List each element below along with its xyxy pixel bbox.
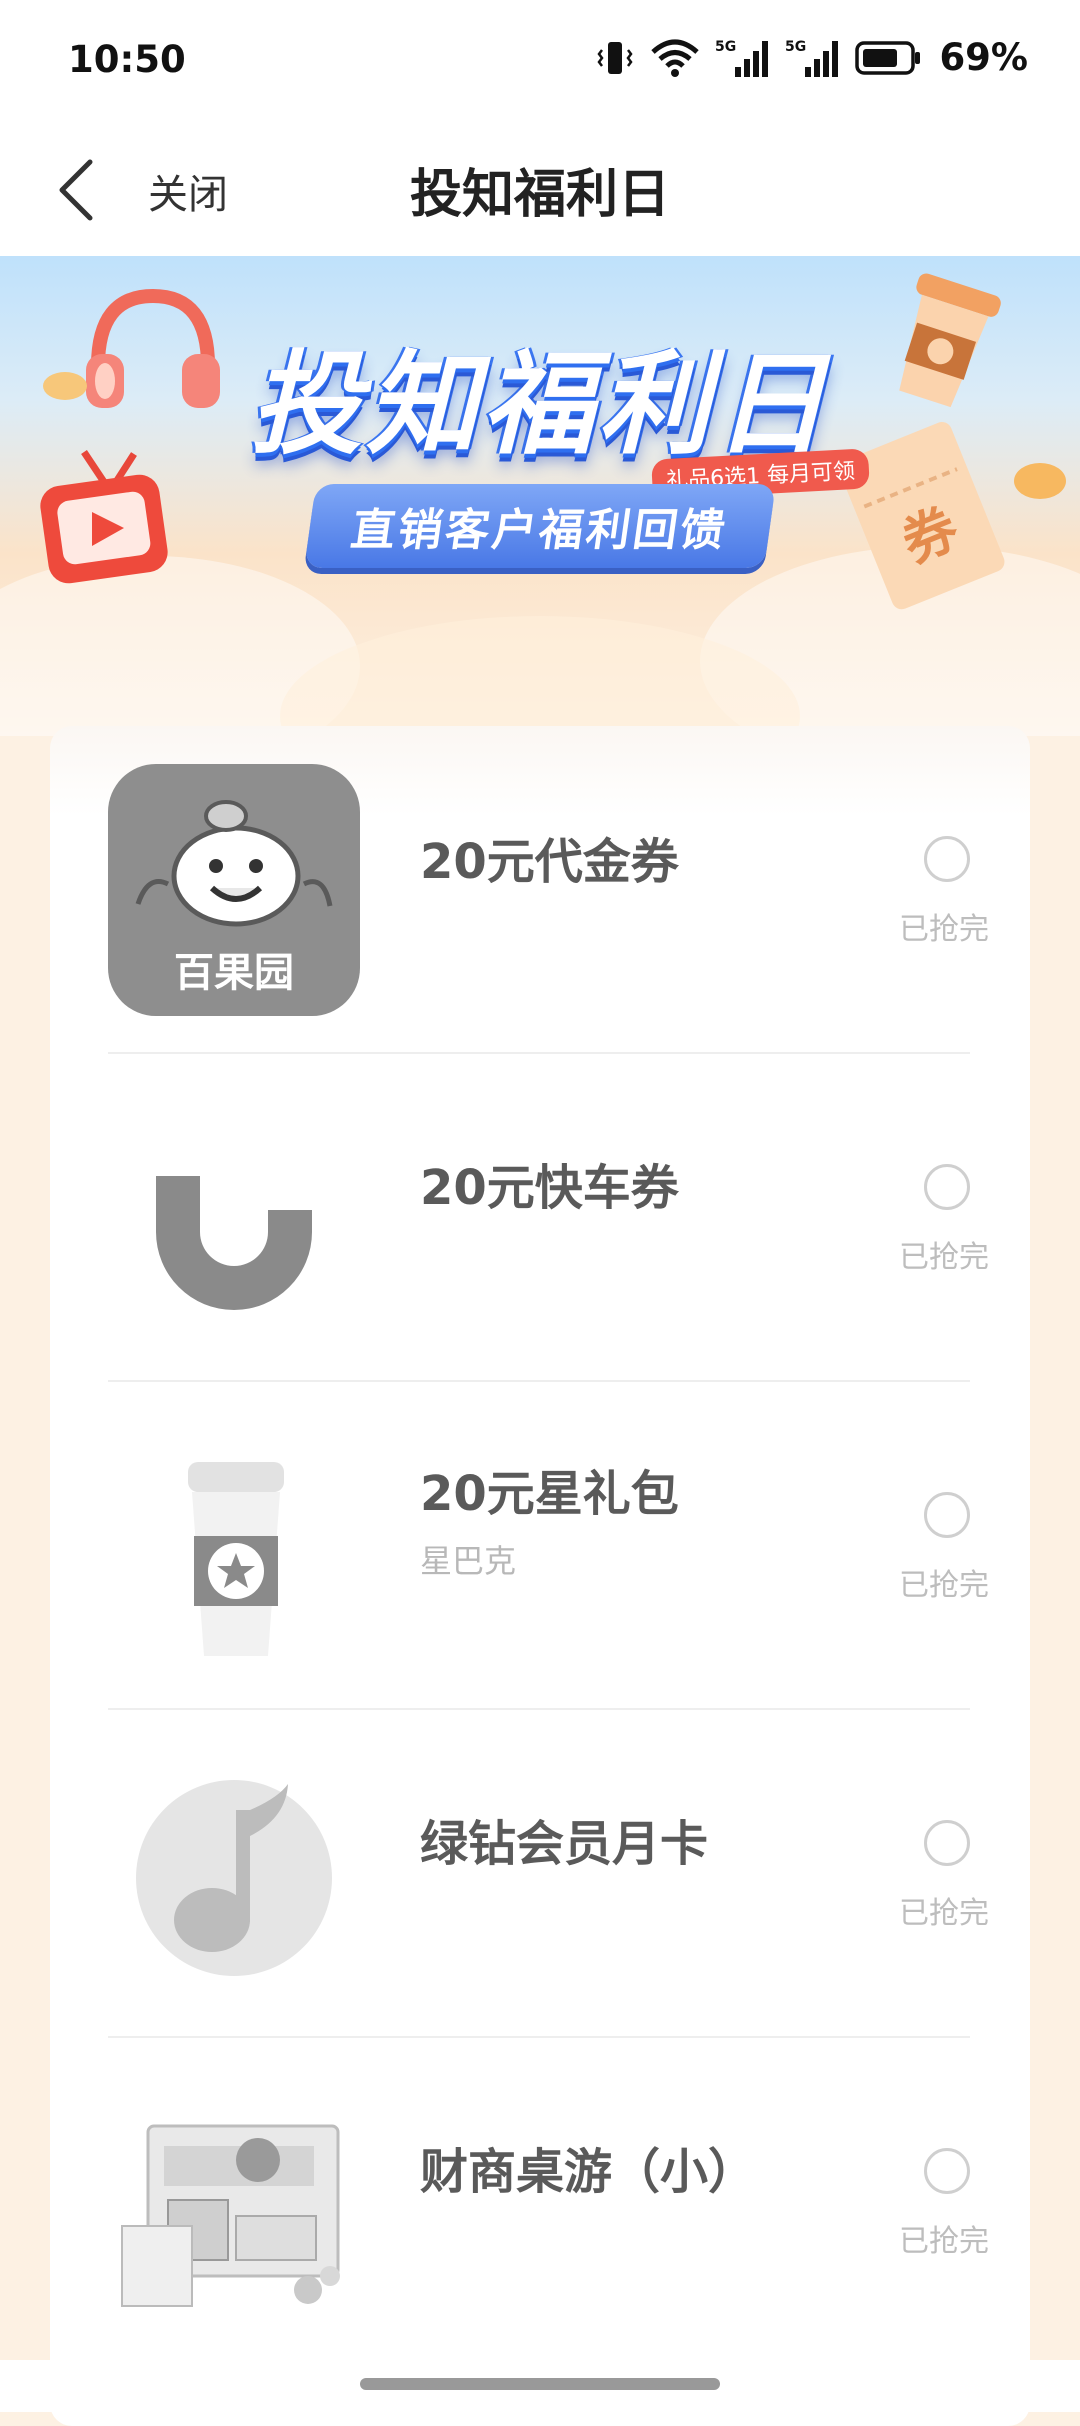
starbucks-cup-icon <box>108 1420 360 1672</box>
coin-icon <box>1010 456 1070 510</box>
status-bar: 10:50 5G 5G 69% <box>0 0 1080 122</box>
brand-text: 百果园 <box>174 950 294 996</box>
sold-out-label: 已抢完 <box>899 1240 989 1275</box>
select-radio[interactable] <box>924 1492 970 1538</box>
sold-out-label: 已抢完 <box>899 1568 989 1603</box>
gift-item[interactable]: 20元星礼包 星巴克 已抢完 <box>108 1382 989 1710</box>
gift-item[interactable]: 绿钻会员月卡 已抢完 <box>108 1710 989 2038</box>
gift-name: 20元星礼包 <box>420 1466 679 1522</box>
status-time: 10:50 <box>68 38 186 81</box>
qq-music-logo-icon <box>108 1748 360 2000</box>
sold-out-label: 已抢完 <box>899 912 989 947</box>
didi-logo-icon <box>108 1092 360 1344</box>
gift-brand: 星巴克 <box>420 1542 517 1580</box>
status-icons: 5G 5G 69% <box>595 36 1028 79</box>
select-radio[interactable] <box>924 1820 970 1866</box>
signal-label: 5G <box>715 39 736 55</box>
select-radio[interactable] <box>924 1164 970 1210</box>
gift-name: 20元代金券 <box>420 834 679 890</box>
gift-name: 财商桌游（小） <box>420 2144 757 2200</box>
select-radio[interactable] <box>924 2148 970 2194</box>
baiguoyuan-logo-icon: 百果园 <box>108 764 360 1016</box>
banner-subtitle: 直销客户福利回馈 <box>304 484 776 568</box>
gift-item[interactable]: 20元快车券 已抢完 <box>108 1054 989 1382</box>
gift-name: 绿钻会员月卡 <box>420 1816 709 1872</box>
gift-name: 20元快车券 <box>420 1160 679 1216</box>
vibrate-icon <box>595 38 635 78</box>
battery-icon <box>855 40 921 76</box>
cellular-signal-icon-2: 5G <box>785 37 841 79</box>
sold-out-label: 已抢完 <box>899 1896 989 1931</box>
tv-play-icon <box>34 442 184 596</box>
select-radio[interactable] <box>924 836 970 882</box>
sold-out-label: 已抢完 <box>899 2224 989 2259</box>
gift-item[interactable]: 百果园 20元代金券 已抢完 <box>108 726 989 1054</box>
gift-list-card: 百果园 20元代金券 已抢完 20元快车券 已抢完 20元星礼包 星巴克 已抢完… <box>50 726 1030 2426</box>
signal-label-2: 5G <box>785 39 806 55</box>
navigation-bar: 关闭 投知福利日 <box>0 122 1080 256</box>
cellular-signal-icon: 5G <box>715 37 771 79</box>
coffee-cup-icon <box>880 262 1010 416</box>
page-title: 投知福利日 <box>409 165 670 225</box>
board-game-box-icon <box>108 2076 360 2328</box>
home-indicator[interactable] <box>360 2378 720 2390</box>
gift-item[interactable]: 财商桌游（小） 已抢完 <box>108 2038 989 2366</box>
coin-icon <box>40 366 90 410</box>
promo-banner: 券 投知福利日 礼品6选1 每月可领 直销客户福利回馈 <box>0 256 1080 736</box>
wifi-icon <box>649 38 701 78</box>
battery-percentage: 69% <box>939 36 1028 79</box>
